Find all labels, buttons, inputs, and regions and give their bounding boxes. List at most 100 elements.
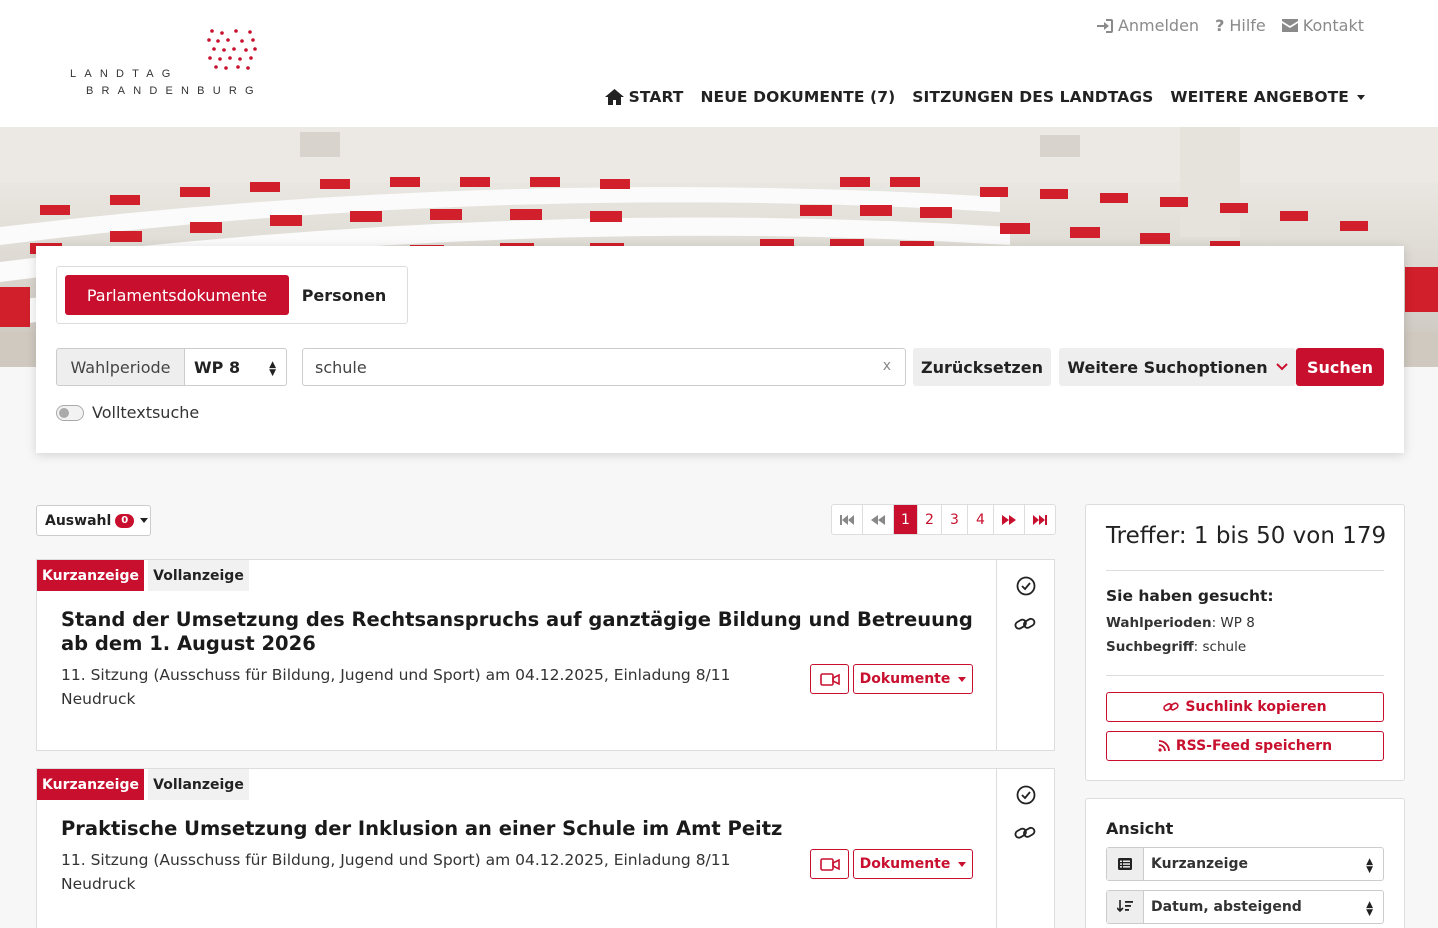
more-search-options-button[interactable]: Weitere Suchoptionen — [1059, 348, 1296, 386]
tab-short-view[interactable]: Kurzanzeige — [37, 560, 144, 591]
skip-last-icon — [1033, 514, 1047, 525]
contact-link[interactable]: Kontakt — [1281, 16, 1364, 35]
copy-search-link-button[interactable]: Suchlink kopieren — [1106, 692, 1384, 722]
display-mode-label: Kurzanzeige — [1151, 856, 1248, 872]
term-key: Suchbegriff — [1106, 639, 1194, 655]
selection-dropdown[interactable]: Auswahl 0 — [36, 505, 151, 536]
result-meta: 11. Sitzung (Ausschuss für Bildung, Juge… — [61, 663, 781, 711]
chevron-down-icon — [1357, 94, 1365, 100]
video-camera-icon — [819, 672, 840, 686]
contact-label: Kontakt — [1302, 16, 1364, 35]
link-icon[interactable] — [1014, 824, 1036, 842]
page-button-3[interactable]: 3 — [942, 505, 968, 534]
pagination: 1 2 3 4 — [831, 504, 1056, 535]
chevron-down-icon — [958, 676, 967, 682]
copy-search-link-label: Suchlink kopieren — [1185, 699, 1327, 715]
video-button[interactable] — [810, 849, 849, 879]
page-button-1[interactable]: 1 — [894, 505, 918, 534]
question-icon: ? — [1215, 16, 1225, 35]
sort-order-select[interactable]: Datum, absteigend ▲ ▼ — [1106, 890, 1384, 924]
view-heading: Ansicht — [1106, 819, 1174, 838]
sort-icon — [1107, 891, 1144, 923]
rss-icon — [1158, 740, 1170, 752]
envelope-icon — [1281, 19, 1298, 32]
video-camera-icon — [819, 857, 840, 871]
period-select-value: WP 8 — [194, 357, 241, 377]
documents-label: Dokumente — [859, 671, 951, 687]
nav-start[interactable]: START — [604, 88, 684, 106]
save-rss-feed-label: RSS-Feed speichern — [1175, 738, 1333, 754]
fulltext-toggle[interactable] — [56, 405, 84, 421]
nav-new-documents-label: NEUE DOKUMENTE (7) — [700, 88, 896, 106]
login-label: Anmelden — [1117, 16, 1200, 35]
search-button[interactable]: Suchen — [1296, 348, 1384, 386]
nav-new-documents[interactable]: NEUE DOKUMENTE (7) — [700, 88, 895, 106]
result-meta-line2: Neudruck — [61, 690, 136, 708]
search-input[interactable]: schule x — [302, 348, 906, 386]
search-type-tabs: Parlamentsdokumente Personen — [56, 266, 408, 324]
help-link[interactable]: ? Hilfe — [1215, 16, 1266, 35]
tab-short-view[interactable]: Kurzanzeige — [37, 769, 144, 800]
nav-more-offers-label: WEITERE ANGEBOTE — [1170, 88, 1349, 106]
hits-count: Treffer: 1 bis 50 von 179 — [1106, 523, 1387, 549]
page-button-4[interactable]: 4 — [968, 505, 994, 534]
top-utility-nav: Anmelden ? Hilfe Kontakt — [1096, 16, 1364, 35]
next-page-button[interactable] — [994, 505, 1025, 534]
result-meta: 11. Sitzung (Ausschuss für Bildung, Juge… — [61, 848, 781, 896]
updown-arrows-icon: ▲ ▼ — [1366, 857, 1373, 875]
periods-value: WP 8 — [1220, 615, 1255, 631]
tab-persons[interactable]: Personen — [289, 275, 399, 315]
check-circle-icon[interactable] — [1016, 576, 1036, 596]
nav-more-offers[interactable]: WEITERE ANGEBOTE — [1170, 88, 1365, 106]
documents-dropdown[interactable]: Dokumente — [853, 849, 973, 879]
help-label: Hilfe — [1229, 16, 1266, 35]
sign-in-icon — [1096, 18, 1113, 33]
search-summary-panel: Treffer: 1 bis 50 von 179 Sie haben gesu… — [1085, 504, 1405, 781]
prev-page-button[interactable] — [863, 505, 894, 534]
divider — [1106, 675, 1384, 676]
rewind-icon — [871, 514, 885, 525]
result-meta-line1: 11. Sitzung (Ausschuss für Bildung, Juge… — [61, 851, 731, 869]
chevron-down-icon — [140, 518, 149, 523]
logo-line2: BRANDENBURG — [86, 85, 262, 97]
searched-periods: Wahlperioden: WP 8 — [1106, 615, 1255, 631]
video-button[interactable] — [810, 664, 849, 694]
selection-label: Auswahl — [45, 512, 112, 529]
sort-order-label: Datum, absteigend — [1151, 899, 1302, 915]
first-page-button[interactable] — [832, 505, 863, 534]
period-label: Wahlperiode — [56, 348, 185, 386]
nav-sessions-label: SITZUNGEN DES LANDTAGS — [912, 88, 1154, 106]
clear-search-button[interactable]: x — [883, 358, 891, 374]
selection-count-badge: 0 — [115, 513, 135, 528]
link-icon — [1163, 702, 1179, 712]
check-circle-icon[interactable] — [1016, 785, 1036, 805]
landtag-logo[interactable]: LANDTAG BRANDENBURG — [70, 28, 280, 100]
login-link[interactable]: Anmelden — [1096, 16, 1200, 35]
result-meta-line1: 11. Sitzung (Ausschuss für Bildung, Juge… — [61, 666, 731, 684]
documents-dropdown[interactable]: Dokumente — [853, 664, 973, 694]
period-select[interactable]: WP 8 ▲ ▼ — [184, 348, 287, 386]
reset-button[interactable]: Zurücksetzen — [913, 348, 1051, 386]
updown-arrows-icon: ▲ ▼ — [1366, 900, 1373, 918]
page-button-2[interactable]: 2 — [918, 505, 942, 534]
nav-sessions[interactable]: SITZUNGEN DES LANDTAGS — [912, 88, 1153, 106]
nav-start-label: START — [628, 88, 684, 106]
result-title[interactable]: Stand der Umsetzung des Rechtsanspruchs … — [61, 608, 981, 656]
term-value: schule — [1202, 639, 1247, 655]
view-options-panel: Ansicht Kurzanzeige ▲ ▼ Datum, absteigend… — [1085, 798, 1405, 928]
result-title[interactable]: Praktische Umsetzung der Inklusion an ei… — [61, 817, 981, 841]
tab-full-view[interactable]: Vollanzeige — [148, 769, 249, 800]
periods-key: Wahlperioden — [1106, 615, 1212, 631]
last-page-button[interactable] — [1025, 505, 1055, 534]
link-icon[interactable] — [1014, 615, 1036, 633]
save-rss-feed-button[interactable]: RSS-Feed speichern — [1106, 731, 1384, 761]
result-actions — [996, 769, 1054, 928]
search-input-value: schule — [315, 357, 367, 377]
sort-order-value: Datum, absteigend ▲ ▼ — [1144, 891, 1383, 923]
tab-parliament-documents[interactable]: Parlamentsdokumente — [65, 275, 289, 315]
skip-first-icon — [840, 514, 854, 525]
divider — [1106, 570, 1384, 571]
tab-full-view[interactable]: Vollanzeige — [148, 560, 249, 591]
search-panel: Parlamentsdokumente Personen Wahlperiode… — [36, 246, 1404, 453]
display-mode-select[interactable]: Kurzanzeige ▲ ▼ — [1106, 847, 1384, 881]
